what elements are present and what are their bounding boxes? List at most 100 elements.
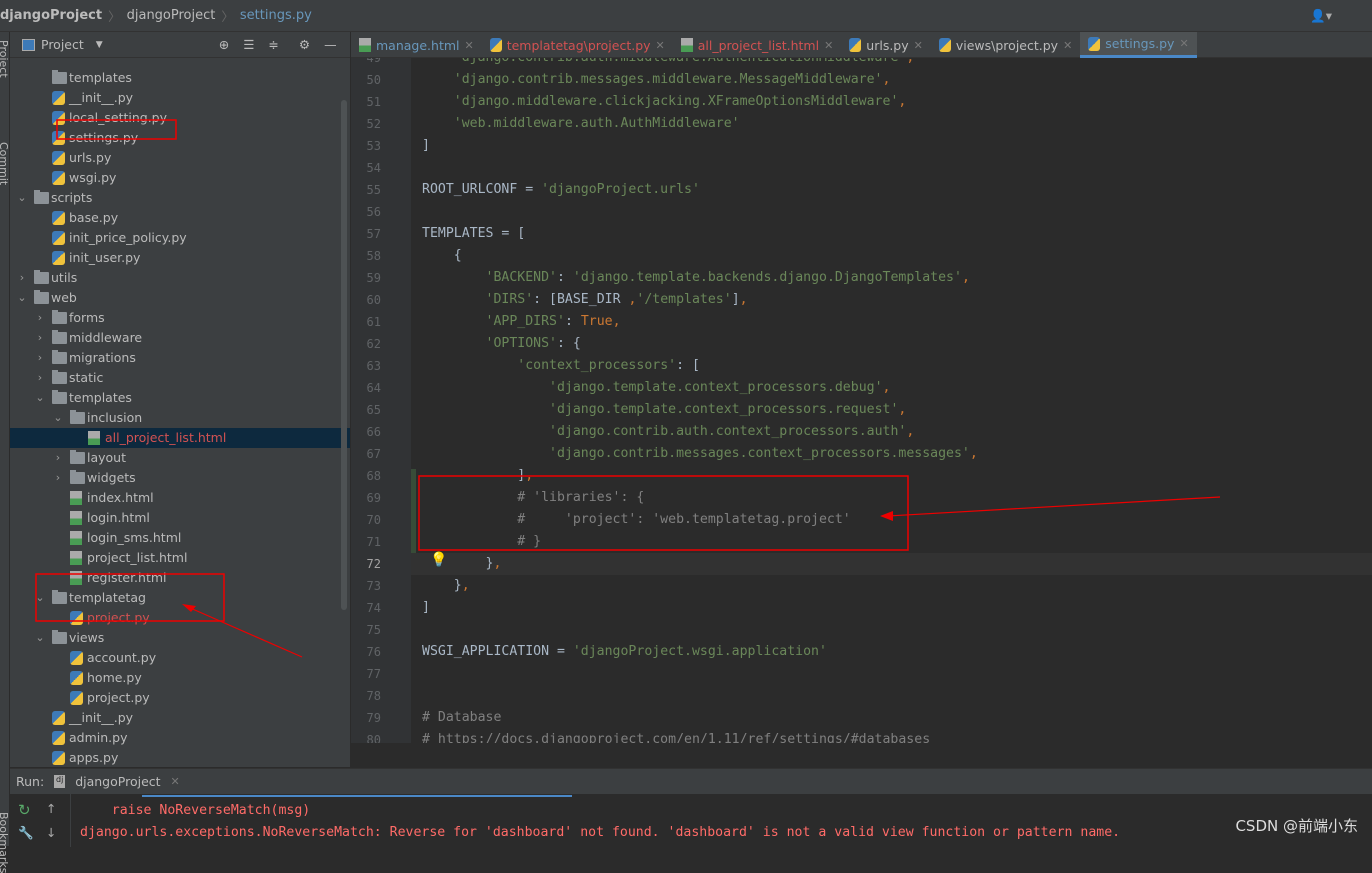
- chevron-right-icon[interactable]: ›: [35, 348, 45, 368]
- locate-icon[interactable]: ⊕: [219, 37, 229, 52]
- project-panel-title[interactable]: Project: [41, 37, 84, 52]
- chevron-right-icon[interactable]: ›: [53, 468, 63, 488]
- editor-tab[interactable]: templatetag\project.py ✕: [482, 32, 673, 58]
- tree-item[interactable]: login_sms.html: [10, 528, 350, 548]
- tree-item[interactable]: base.py: [10, 208, 350, 228]
- chevron-right-icon[interactable]: ›: [53, 448, 63, 468]
- run-config-tab[interactable]: djangoProject: [75, 774, 160, 789]
- code-line[interactable]: 'context_processors': [: [422, 358, 700, 373]
- code-line[interactable]: 'django.contrib.messages.middleware.Mess…: [422, 72, 891, 87]
- code-line[interactable]: # https://docs.djangoproject.com/en/1.11…: [422, 732, 930, 743]
- tree-item[interactable]: templates: [10, 68, 350, 88]
- close-icon[interactable]: ✕: [824, 39, 833, 52]
- chevron-down-icon[interactable]: ⌄: [35, 388, 45, 408]
- wrench-icon[interactable]: 🔧: [18, 825, 34, 841]
- editor-tab[interactable]: all_project_list.html ✕: [673, 32, 842, 58]
- code-line[interactable]: ROOT_URLCONF = 'djangoProject.urls': [422, 182, 700, 197]
- close-icon[interactable]: ✕: [914, 39, 923, 52]
- tree-item[interactable]: urls.py: [10, 148, 350, 168]
- code-line[interactable]: 'web.middleware.auth.AuthMiddleware': [422, 116, 740, 131]
- tree-item[interactable]: init_price_policy.py: [10, 228, 350, 248]
- tree-item[interactable]: home.py: [10, 668, 350, 688]
- tree-item[interactable]: apps.py: [10, 748, 350, 768]
- code-line[interactable]: },: [422, 578, 470, 593]
- close-icon[interactable]: ✕: [465, 39, 474, 52]
- code-line[interactable]: TEMPLATES = [: [422, 226, 525, 241]
- tree-item[interactable]: ⌄ templates: [10, 388, 350, 408]
- expand-all-icon[interactable]: ☰: [243, 37, 254, 52]
- code-line[interactable]: # }: [422, 534, 541, 549]
- bookmarks-side-tab[interactable]: Bookmarks: [0, 812, 10, 873]
- editor-tab[interactable]: settings.py ✕: [1080, 32, 1197, 58]
- code-line[interactable]: 'django.contrib.auth.middleware.Authenti…: [422, 58, 915, 65]
- editor-tab[interactable]: views\project.py ✕: [931, 32, 1080, 58]
- arrow-up-icon[interactable]: ↑: [46, 801, 56, 816]
- code-line[interactable]: 'OPTIONS': {: [422, 336, 581, 351]
- commit-side-tab[interactable]: Commit: [0, 142, 10, 185]
- collapse-all-icon[interactable]: ≑: [268, 37, 278, 52]
- tree-item[interactable]: ⌄ scripts: [10, 188, 350, 208]
- arrow-down-icon[interactable]: ↓: [46, 825, 56, 840]
- chevron-down-icon[interactable]: ⌄: [35, 588, 45, 608]
- code-line[interactable]: WSGI_APPLICATION = 'djangoProject.wsgi.a…: [422, 644, 827, 659]
- tree-item[interactable]: ⌄ web: [10, 288, 350, 308]
- chevron-right-icon[interactable]: ›: [35, 308, 45, 328]
- tree-item[interactable]: › widgets: [10, 468, 350, 488]
- code-line[interactable]: 'APP_DIRS': True,: [422, 314, 621, 329]
- rerun-icon[interactable]: ↻: [18, 801, 31, 819]
- tree-item[interactable]: ⌄ views: [10, 628, 350, 648]
- tree-item[interactable]: project.py: [10, 608, 350, 628]
- tree-item[interactable]: wsgi.py: [10, 168, 350, 188]
- code-line[interactable]: ],: [422, 468, 533, 483]
- chevron-down-icon[interactable]: ⌄: [35, 628, 45, 648]
- editor-tab[interactable]: urls.py ✕: [841, 32, 931, 58]
- tree-item[interactable]: › static: [10, 368, 350, 388]
- tree-item[interactable]: init_user.py: [10, 248, 350, 268]
- close-icon[interactable]: ✕: [1179, 37, 1188, 50]
- chevron-down-icon[interactable]: ▼: [96, 40, 103, 50]
- tree-item[interactable]: register.html: [10, 568, 350, 588]
- code-line[interactable]: 'DIRS': [BASE_DIR ,'/templates'],: [422, 292, 748, 307]
- tree-item[interactable]: › forms: [10, 308, 350, 328]
- tree-item[interactable]: all_project_list.html: [10, 428, 350, 448]
- tree-item[interactable]: › layout: [10, 448, 350, 468]
- tree-item[interactable]: index.html: [10, 488, 350, 508]
- tree-item[interactable]: project.py: [10, 688, 350, 708]
- breadcrumb-package[interactable]: djangoProject: [127, 8, 216, 23]
- gear-icon[interactable]: ⚙: [299, 37, 310, 52]
- code-line[interactable]: 'django.template.context_processors.debu…: [422, 380, 890, 395]
- code-line[interactable]: 'django.middleware.clickjacking.XFrameOp…: [422, 94, 907, 109]
- editor-tab[interactable]: manage.html ✕: [351, 32, 482, 58]
- close-icon[interactable]: ✕: [656, 39, 665, 52]
- chevron-right-icon[interactable]: ›: [35, 368, 45, 388]
- tree-item[interactable]: local_setting.py: [10, 108, 350, 128]
- tree-item[interactable]: admin.py: [10, 728, 350, 748]
- code-editor[interactable]: 49 50 51 52 53 54 55 56 57 58 59 60 61 62 63 64 65 66 67 68…: [351, 58, 1372, 743]
- breadcrumb-file[interactable]: settings.py: [240, 8, 312, 23]
- code-line[interactable]: {: [422, 248, 462, 263]
- chevron-down-icon[interactable]: ⌄: [17, 288, 27, 308]
- tree-item[interactable]: ⌄ inclusion: [10, 408, 350, 428]
- code-line[interactable]: 'BACKEND': 'django.template.backends.dja…: [422, 270, 970, 285]
- chevron-right-icon[interactable]: ›: [35, 328, 45, 348]
- close-icon[interactable]: ✕: [171, 775, 180, 788]
- tree-item[interactable]: › utils: [10, 268, 350, 288]
- project-side-tab[interactable]: Project: [0, 40, 10, 78]
- tree-scrollbar[interactable]: [341, 100, 347, 610]
- code-line[interactable]: # Database: [422, 710, 501, 725]
- breadcrumb-project[interactable]: djangoProject: [0, 8, 102, 23]
- tree-item[interactable]: login.html: [10, 508, 350, 528]
- code-line[interactable]: 'django.contrib.auth.context_processors.…: [422, 424, 914, 439]
- tree-item[interactable]: › middleware: [10, 328, 350, 348]
- chevron-down-icon[interactable]: ⌄: [53, 408, 63, 428]
- tree-item[interactable]: account.py: [10, 648, 350, 668]
- code-line[interactable]: # 'libraries': {: [422, 490, 644, 505]
- code-line[interactable]: ]: [422, 138, 430, 153]
- tree-item[interactable]: __init__.py: [10, 708, 350, 728]
- lightbulb-icon[interactable]: 💡: [430, 552, 447, 568]
- close-icon[interactable]: ✕: [1063, 39, 1072, 52]
- tree-item[interactable]: ⌄ templatetag: [10, 588, 350, 608]
- user-icon[interactable]: 👤▾: [1310, 8, 1332, 24]
- tree-item[interactable]: settings.py: [10, 128, 350, 148]
- code-line[interactable]: ]: [422, 600, 430, 615]
